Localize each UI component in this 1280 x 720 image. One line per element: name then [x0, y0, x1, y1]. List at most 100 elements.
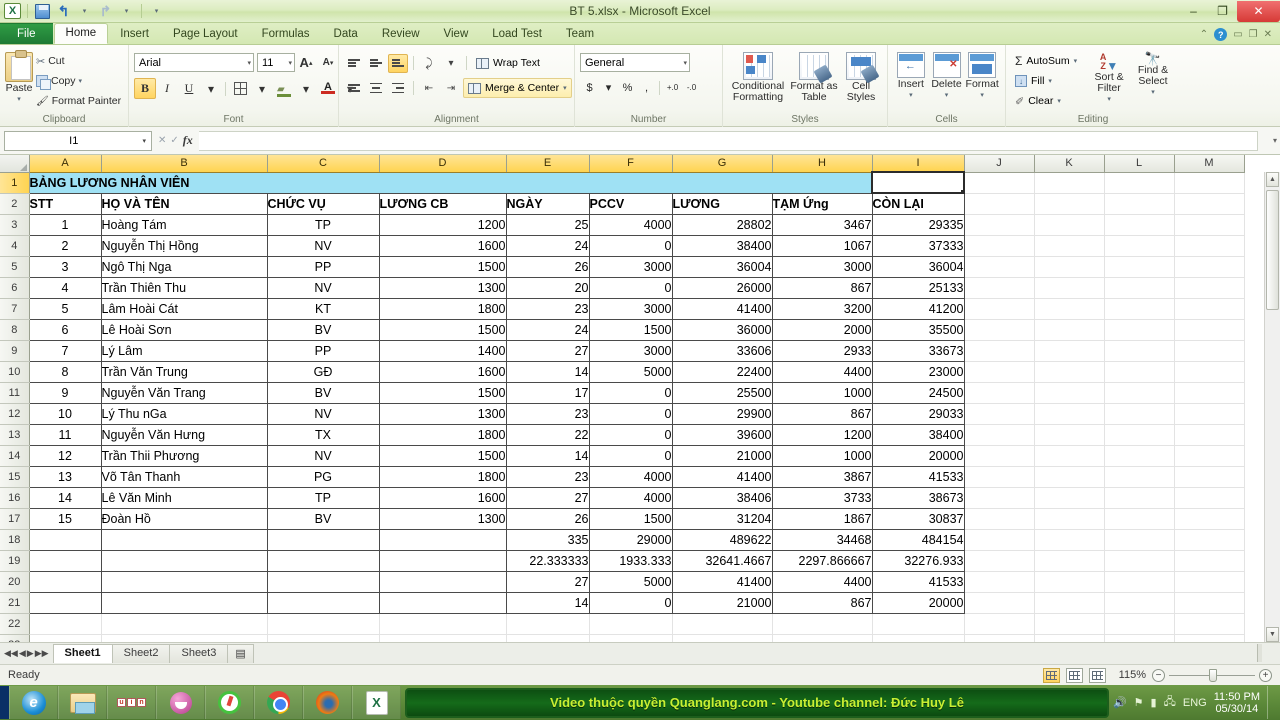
data-cell[interactable]: 25	[505, 213, 590, 236]
spreadsheet-grid[interactable]: A B C D E F G H I J K L M 1 BẢNG LƯƠNG NHÂN VIÊN 2 STT HỌ…	[0, 155, 1280, 658]
tab-load-test[interactable]: Load Test	[480, 24, 554, 44]
sort-and-filter-button[interactable]: A Z ▼ Sort & Filter ▾	[1087, 51, 1131, 105]
summary-cell[interactable]: 34468	[771, 528, 873, 551]
cut-button[interactable]: Cut	[33, 51, 124, 71]
cancel-formula-icon[interactable]: ✕	[158, 135, 166, 146]
data-cell[interactable]: 26	[505, 255, 590, 278]
data-cell[interactable]: 1300	[378, 402, 507, 425]
zoom-level[interactable]: 115%	[1112, 669, 1146, 681]
summary-cell[interactable]: 20000	[871, 591, 965, 614]
volume-icon[interactable]: 🔊	[1113, 696, 1127, 709]
row-header-16[interactable]: 16	[0, 487, 30, 509]
data-cell[interactable]: 30837	[871, 507, 965, 530]
merge-center-dropdown-icon[interactable]: ▾	[563, 84, 567, 92]
decrease-decimal-button[interactable]: -.0	[682, 78, 701, 97]
shrink-font-button[interactable]: A ▾	[317, 52, 339, 73]
summary-cell[interactable]	[266, 591, 380, 614]
prev-sheet-button[interactable]: ◀	[19, 648, 26, 659]
network-icon[interactable]: 🖧	[1164, 693, 1176, 712]
summary-cell[interactable]: 5000	[588, 570, 673, 593]
empty-cell[interactable]	[964, 172, 1035, 194]
empty-cell[interactable]	[964, 613, 1035, 635]
empty-cell[interactable]	[1104, 235, 1175, 257]
row-header-20[interactable]: 20	[0, 571, 30, 593]
data-cell[interactable]: 1000	[771, 381, 873, 404]
column-header-L[interactable]: L	[1104, 155, 1175, 173]
data-cell[interactable]: 1500	[378, 255, 507, 278]
autosum-dropdown-icon[interactable]: ▾	[1074, 57, 1078, 65]
empty-cell[interactable]	[1034, 445, 1105, 467]
data-cell[interactable]: 1400	[378, 339, 507, 362]
zoom-slider[interactable]: − +	[1152, 668, 1272, 682]
empty-cell[interactable]	[964, 508, 1035, 530]
empty-cell[interactable]	[1104, 403, 1175, 425]
redo-icon[interactable]: ↱	[96, 2, 115, 21]
zoom-in-button[interactable]: +	[1259, 668, 1272, 682]
row-header-13[interactable]: 13	[0, 424, 30, 446]
summary-cell[interactable]: 32276.933	[871, 549, 965, 572]
data-cell[interactable]: 20	[505, 276, 590, 299]
row-header-14[interactable]: 14	[0, 445, 30, 467]
start-area[interactable]	[0, 686, 9, 719]
empty-cell[interactable]	[1174, 508, 1245, 530]
workbook-restore-icon[interactable]: ❐	[1249, 29, 1258, 40]
font-color-button[interactable]: A	[317, 78, 339, 99]
data-cell[interactable]: 29335	[871, 213, 965, 236]
customize-qat-icon[interactable]: ▾	[147, 2, 166, 21]
empty-cell[interactable]	[1174, 340, 1245, 362]
data-cell[interactable]: 1500	[378, 381, 507, 404]
clear-dropdown-icon[interactable]: ▾	[1057, 97, 1061, 105]
orientation-button[interactable]: ⤸	[419, 54, 439, 73]
scroll-up-button[interactable]: ▲	[1266, 172, 1279, 187]
empty-cell[interactable]	[964, 403, 1035, 425]
empty-cell[interactable]	[964, 445, 1035, 467]
column-title-cell[interactable]: STT	[28, 192, 102, 215]
percent-style-button[interactable]: %	[618, 78, 637, 97]
undo-dropdown-icon[interactable]: ▾	[75, 2, 94, 21]
page-break-view-icon[interactable]	[1089, 667, 1106, 683]
data-cell[interactable]: 26000	[671, 276, 773, 299]
empty-cell[interactable]	[1174, 382, 1245, 404]
orientation-dropdown-icon[interactable]: ▾	[441, 54, 461, 73]
empty-cell[interactable]	[1174, 193, 1245, 215]
data-cell[interactable]: 21000	[671, 444, 773, 467]
summary-cell[interactable]: 27	[505, 570, 590, 593]
data-cell[interactable]: Nguyễn Văn Hưng	[100, 423, 268, 446]
data-cell[interactable]: 1200	[378, 213, 507, 236]
minimize-button[interactable]: –	[1179, 1, 1208, 22]
sheet-nav-buttons[interactable]: ◀◀ ◀ ▶ ▶▶	[0, 648, 53, 659]
data-cell[interactable]: 3467	[771, 213, 873, 236]
empty-cell[interactable]	[1174, 277, 1245, 299]
summary-cell[interactable]: 41400	[671, 570, 773, 593]
sheet-tab-sheet1[interactable]: Sheet1	[52, 644, 113, 663]
data-cell[interactable]: 39600	[671, 423, 773, 446]
empty-cell[interactable]	[964, 193, 1035, 215]
summary-cell[interactable]	[100, 591, 268, 614]
column-header-F[interactable]: F	[589, 155, 673, 173]
insert-dropdown-icon[interactable]: ▾	[909, 90, 913, 101]
data-cell[interactable]: 41400	[671, 297, 773, 320]
data-cell[interactable]: 5	[28, 297, 102, 320]
column-title-cell[interactable]: LƯƠNG CB	[378, 192, 507, 215]
excel-logo-icon[interactable]: X	[3, 2, 22, 21]
copy-dropdown-icon[interactable]: ▾	[79, 77, 83, 85]
action-flag-icon[interactable]: ⚑	[1134, 696, 1144, 709]
empty-cell[interactable]	[1104, 466, 1175, 488]
summary-cell[interactable]	[100, 570, 268, 593]
data-cell[interactable]: 10	[28, 402, 102, 425]
data-cell[interactable]: BV	[266, 507, 380, 530]
data-cell[interactable]: GĐ	[266, 360, 380, 383]
fill-dropdown-icon[interactable]: ▾	[1048, 77, 1052, 85]
empty-cell[interactable]	[1174, 361, 1245, 383]
empty-cell[interactable]	[872, 613, 965, 635]
column-header-J[interactable]: J	[964, 155, 1035, 173]
system-tray[interactable]: 🔊 ⚑ ▮ 🖧 ENG 11:50 PM 05/30/14	[1113, 686, 1280, 719]
empty-cell[interactable]	[772, 613, 873, 635]
data-cell[interactable]: Đoàn Hồ	[100, 507, 268, 530]
data-cell[interactable]: 1600	[378, 486, 507, 509]
underline-button[interactable]: U	[178, 78, 200, 99]
row-header-10[interactable]: 10	[0, 361, 30, 383]
data-cell[interactable]: 3000	[588, 297, 673, 320]
empty-cell[interactable]	[1104, 571, 1175, 593]
format-cells-button[interactable]: Format ▾	[964, 50, 1000, 101]
